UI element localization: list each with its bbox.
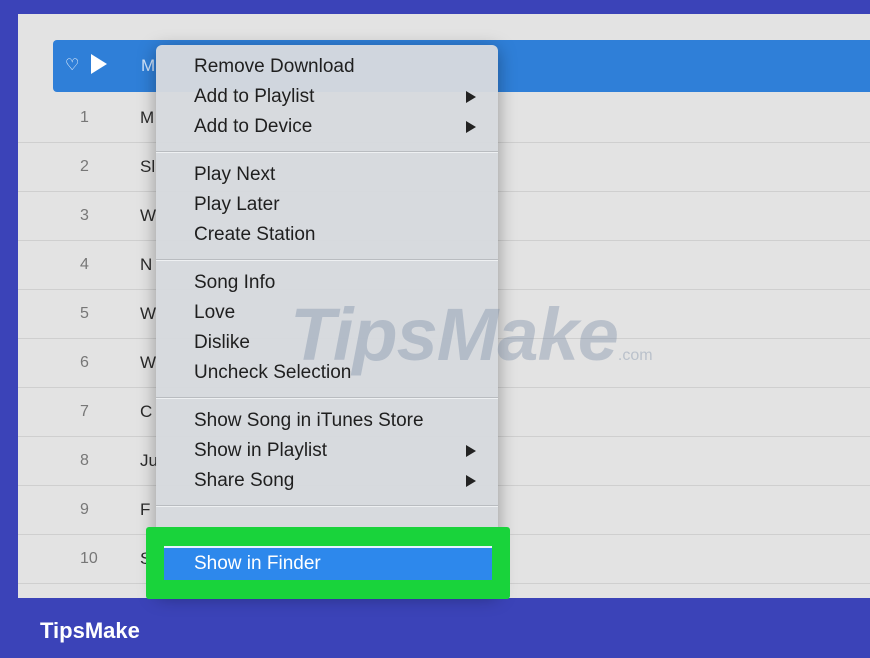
track-number: 2 [80, 158, 89, 175]
heart-icon[interactable]: ♡ [65, 55, 79, 75]
song-title: F [140, 500, 151, 519]
track-number: 5 [80, 305, 89, 322]
song-title: M [141, 56, 156, 75]
track-number: 6 [80, 354, 89, 371]
song-title: N [140, 255, 153, 274]
menu-separator [156, 505, 498, 507]
menu-item-show-in-finder[interactable]: Show in Finder [164, 546, 492, 580]
track-number: 9 [80, 501, 89, 518]
submenu-arrow-icon [466, 475, 476, 487]
song-title: M [140, 108, 155, 127]
song-title: Sl [140, 157, 156, 176]
menu-item-create-station[interactable]: Create Station [194, 221, 484, 249]
song-title: W [140, 206, 157, 225]
track-number: 4 [80, 256, 89, 273]
watermark-logo: TipsMake.com [290, 293, 653, 376]
menu-item-show-in-playlist[interactable]: Show in Playlist [194, 437, 484, 465]
menu-separator [156, 397, 498, 399]
menu-item-label: Share Song [194, 470, 295, 491]
menu-item-label: Add to Device [194, 116, 313, 137]
submenu-arrow-icon [466, 121, 476, 133]
menu-item-show-in-store[interactable]: Show Song in iTunes Store [194, 407, 484, 435]
menu-item-play-next[interactable]: Play Next [194, 161, 484, 189]
play-icon[interactable] [91, 54, 107, 74]
track-number: 3 [80, 207, 89, 224]
song-title: W [140, 304, 157, 323]
brand-logo: TipsMake [40, 618, 140, 643]
track-number: 10 [80, 550, 98, 567]
menu-item-label: Show in Playlist [194, 440, 328, 461]
track-number: 1 [80, 109, 89, 126]
menu-separator [156, 259, 498, 261]
track-number: 7 [80, 403, 89, 420]
menu-item-label: Show in Finder [194, 553, 321, 574]
menu-item-add-to-device[interactable]: Add to Device [194, 113, 484, 141]
menu-item-share-song[interactable]: Share Song [194, 467, 484, 495]
track-number: 8 [80, 452, 89, 469]
menu-separator [156, 151, 498, 153]
song-title: C [140, 402, 153, 421]
menu-item-remove-download[interactable]: Remove Download [194, 53, 484, 81]
song-title: W [140, 353, 157, 372]
submenu-arrow-icon [466, 91, 476, 103]
menu-item-add-to-playlist[interactable]: Add to Playlist [194, 83, 484, 111]
menu-item-label: Add to Playlist [194, 86, 315, 107]
menu-item-play-later[interactable]: Play Later [194, 191, 484, 219]
submenu-arrow-icon [466, 445, 476, 457]
